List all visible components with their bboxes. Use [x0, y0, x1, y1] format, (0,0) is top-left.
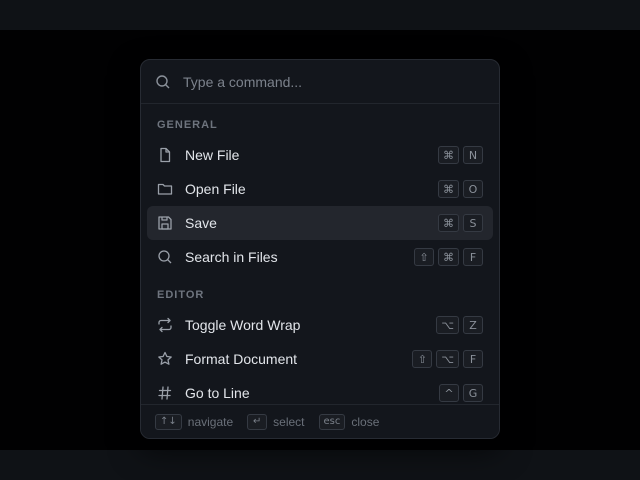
shortcut-key: ⌘ [438, 214, 459, 232]
repeat-icon [157, 317, 173, 333]
shortcut-keys: ⌘ N [438, 146, 483, 164]
shortcut-key: ⌥ [436, 350, 459, 368]
search-icon [157, 249, 173, 265]
command-list: GENERAL New File ⌘ N Open File ⌘ O Save … [141, 104, 499, 410]
hint-key: ↑↓ [155, 413, 182, 430]
command-open-file[interactable]: Open File ⌘ O [147, 172, 493, 206]
shortcut-keys: ⌥ Z [436, 316, 483, 334]
shortcut-key: Z [463, 316, 483, 334]
hint-key: esc [318, 413, 346, 430]
shortcut-keys: ⌘ O [438, 180, 483, 198]
shortcut-key: F [463, 248, 483, 266]
hint-close: esc close [318, 413, 380, 430]
section-heading-editor: EDITOR [157, 289, 205, 301]
command-label: Save [185, 215, 217, 231]
shortcut-key: ⌥ [436, 316, 459, 334]
shortcut-key: ^ [439, 384, 459, 402]
shortcut-keys: ⇧ ⌥ F [412, 350, 483, 368]
shortcut-keys: ^ G [439, 384, 483, 402]
shortcut-key: ⇧ [412, 350, 433, 368]
file-icon [157, 147, 173, 163]
command-palette: GENERAL New File ⌘ N Open File ⌘ [140, 59, 500, 439]
command-search-in-files[interactable]: Search in Files ⇧ ⌘ F [147, 240, 493, 274]
hint-key: ↵ [247, 413, 268, 430]
command-input[interactable] [183, 73, 485, 90]
shortcut-key: F [463, 350, 483, 368]
command-label: Toggle Word Wrap [185, 317, 301, 333]
command-label: Format Document [185, 351, 298, 367]
command-label: New File [185, 147, 240, 163]
command-label: Open File [185, 181, 246, 197]
shortcut-keys: ⇧ ⌘ F [414, 248, 483, 266]
shortcut-key: ⌘ [438, 146, 459, 164]
command-label: Go to Line [185, 385, 250, 401]
star-icon [157, 351, 173, 367]
hint-label: navigate [187, 414, 234, 429]
hash-icon [157, 385, 173, 401]
hint-navigate: ↑↓ navigate [155, 413, 234, 430]
palette-footer: ↑↓ navigate ↵ select esc close [141, 404, 499, 438]
shortcut-key: N [463, 146, 483, 164]
hint-label: close [351, 414, 380, 429]
hint-select: ↵ select [247, 413, 305, 430]
shortcut-key: O [463, 180, 483, 198]
command-toggle-word-wrap[interactable]: Toggle Word Wrap ⌥ Z [147, 308, 493, 342]
shortcut-keys: ⌘ S [438, 214, 483, 232]
shortcut-key: ⇧ [414, 248, 434, 266]
save-icon [157, 215, 173, 231]
command-label: Search in Files [185, 249, 278, 265]
shortcut-key: ⌘ [438, 180, 459, 198]
shortcut-key: ⌘ [438, 248, 459, 266]
command-new-file[interactable]: New File ⌘ N [147, 138, 493, 172]
folder-icon [157, 181, 173, 197]
shortcut-key: S [463, 214, 483, 232]
search-bar [141, 60, 499, 104]
section-heading-general: GENERAL [157, 119, 218, 131]
shortcut-key: G [463, 384, 483, 402]
hint-label: select [273, 414, 305, 429]
command-save[interactable]: Save ⌘ S [147, 206, 493, 240]
search-icon [155, 74, 171, 90]
command-format-document[interactable]: Format Document ⇧ ⌥ F [147, 342, 493, 376]
